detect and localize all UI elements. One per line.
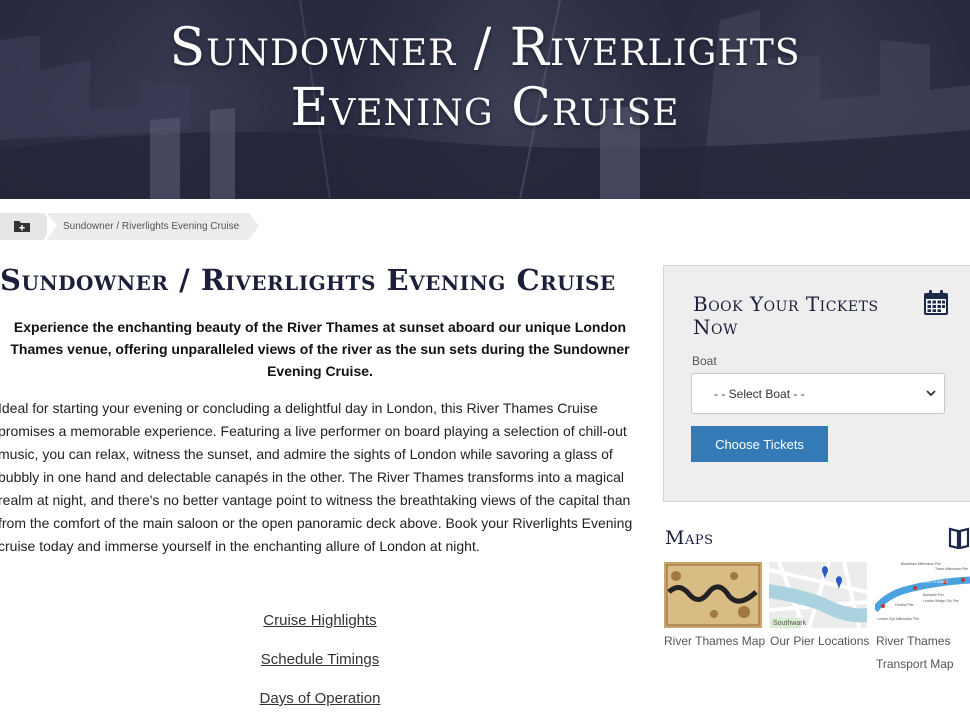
hero-title-line1: Sundowner / Riverlights — [169, 18, 801, 78]
map-label-london-eye: London Eye Millennium Pier — [877, 617, 920, 621]
intro-text: Experience the enchanting beauty of the … — [10, 319, 630, 379]
booking-panel: Book Your Tickets Now Boat - - Select Bo… — [663, 265, 970, 502]
link-days-of-operation[interactable]: Days of Operation — [0, 688, 640, 727]
map-label-bankside: Bankside Pier — [923, 593, 945, 597]
map-caption-river-thames[interactable]: River Thames Map — [664, 630, 765, 653]
hero-banner: Sundowner / Riverlights Evening Cruise — [0, 0, 970, 199]
chevron-down-icon — [926, 390, 936, 397]
maps-title: Maps — [665, 527, 714, 549]
link-schedule-timings[interactable]: Schedule Timings — [0, 649, 640, 688]
body-text: Ideal for starting your evening or concl… — [0, 400, 633, 554]
page-title: Sundowner / Riverlights Evening Cruise — [0, 263, 616, 297]
map-label-river-thames: RIVER THAMES — [921, 580, 948, 584]
hero-title: Sundowner / Riverlights Evening Cruise — [0, 18, 970, 138]
breadcrumb-home[interactable] — [0, 213, 54, 240]
choose-tickets-button[interactable]: Choose Tickets — [691, 426, 828, 462]
book-map-icon — [948, 527, 970, 549]
breadcrumb-current: Sundowner / Riverlights Evening Cruise — [47, 213, 260, 240]
transport-map-image: Blackfriars Millennium Pier Tower Millen… — [875, 562, 970, 628]
section-links: Cruise Highlights Schedule Timings Days … — [0, 610, 640, 727]
link-cruise-highlights[interactable]: Cruise Highlights — [0, 610, 640, 649]
boat-select-value: - - Select Boat - - — [714, 386, 805, 401]
calendar-icon — [924, 290, 948, 315]
map-label-london-bridge: London Bridge City Pier — [923, 599, 960, 603]
booking-title: Book Your Tickets Now — [693, 292, 879, 339]
map-caption-pier-locations[interactable]: Our Pier Locations — [770, 630, 869, 653]
boat-select[interactable]: - - Select Boat - - — [691, 373, 945, 414]
transport-map-thumbnail[interactable]: Blackfriars Millennium Pier Tower Millen… — [875, 562, 970, 628]
river-thames-map-thumbnail[interactable] — [664, 562, 762, 628]
map-label-southwark: Southwark — [773, 620, 807, 627]
pier-locations-map-thumbnail[interactable]: Southwark — [769, 562, 867, 628]
antique-map-image — [664, 562, 762, 628]
boat-label: Boat — [692, 354, 717, 368]
hero-title-line2: Evening Cruise — [290, 78, 680, 138]
map-label-blackfriars: Blackfriars Millennium Pier — [901, 562, 942, 566]
breadcrumb: Sundowner / Riverlights Evening Cruise — [0, 213, 260, 240]
map-caption-transport[interactable]: River Thames Transport Map — [876, 630, 966, 676]
street-map-image: Southwark — [769, 562, 867, 628]
map-label-tower: Tower Millennium Pier — [935, 567, 969, 571]
folder-plus-icon — [14, 221, 30, 232]
map-label-festival: Festival Pier — [895, 603, 915, 607]
